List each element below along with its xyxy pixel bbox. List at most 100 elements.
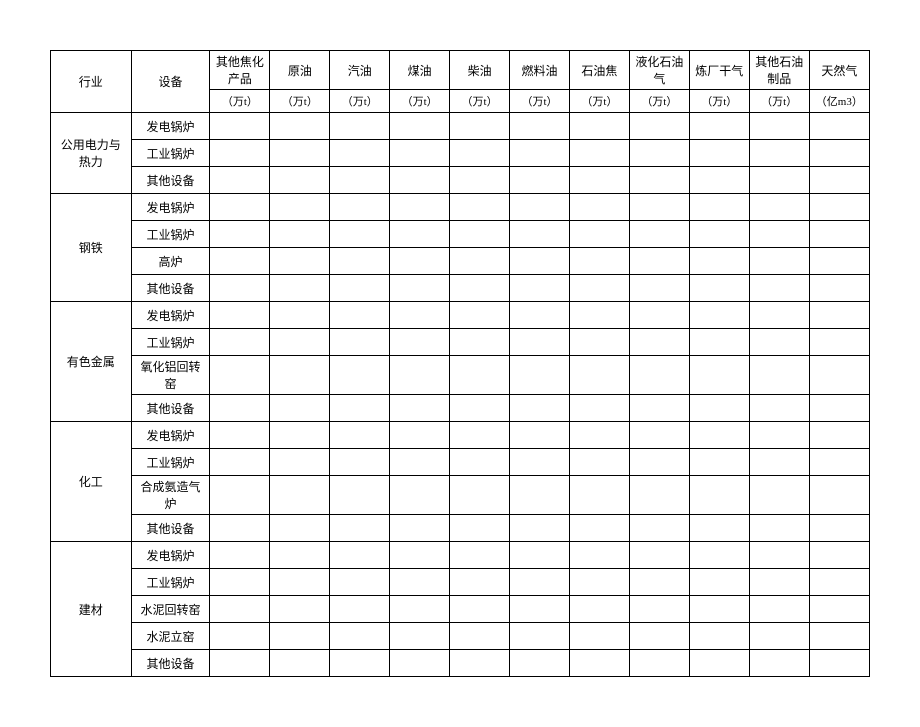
data-cell	[809, 515, 869, 542]
data-cell	[569, 113, 629, 140]
data-cell	[569, 194, 629, 221]
data-cell	[450, 422, 510, 449]
data-cell	[510, 302, 570, 329]
data-cell	[330, 248, 390, 275]
equipment-cell: 发电锅炉	[131, 113, 210, 140]
data-cell	[629, 140, 689, 167]
data-cell	[210, 476, 270, 515]
data-cell	[749, 302, 809, 329]
data-cell	[689, 167, 749, 194]
data-cell	[809, 623, 869, 650]
data-cell	[210, 113, 270, 140]
data-cell	[809, 356, 869, 395]
table-row: 建材发电锅炉	[51, 542, 870, 569]
header-col-1: 原油	[270, 51, 330, 90]
data-cell	[330, 140, 390, 167]
data-cell	[689, 248, 749, 275]
data-cell	[210, 623, 270, 650]
data-cell	[749, 449, 809, 476]
data-cell	[689, 356, 749, 395]
equipment-cell: 水泥立窑	[131, 623, 210, 650]
data-cell	[510, 569, 570, 596]
data-cell	[569, 275, 629, 302]
data-cell	[510, 515, 570, 542]
data-cell	[270, 356, 330, 395]
data-cell	[270, 515, 330, 542]
data-cell	[390, 194, 450, 221]
header-col-9: 其他石油制品	[749, 51, 809, 90]
data-cell	[330, 596, 390, 623]
data-cell	[809, 275, 869, 302]
data-cell	[330, 302, 390, 329]
data-cell	[749, 623, 809, 650]
header-col-2: 汽油	[330, 51, 390, 90]
data-cell	[210, 395, 270, 422]
data-cell	[390, 113, 450, 140]
data-cell	[629, 650, 689, 677]
unit-10: （亿m3）	[809, 90, 869, 113]
table-row: 有色金属发电锅炉	[51, 302, 870, 329]
data-cell	[210, 248, 270, 275]
data-cell	[569, 623, 629, 650]
equipment-cell: 水泥回转窑	[131, 596, 210, 623]
data-cell	[749, 275, 809, 302]
data-cell	[809, 650, 869, 677]
data-cell	[270, 248, 330, 275]
data-cell	[210, 515, 270, 542]
table-row: 水泥立窑	[51, 623, 870, 650]
unit-0: （万t）	[210, 90, 270, 113]
data-cell	[689, 302, 749, 329]
table-row: 工业锅炉	[51, 329, 870, 356]
data-cell	[390, 623, 450, 650]
data-cell	[450, 113, 510, 140]
industry-cell: 化工	[51, 422, 132, 542]
equipment-cell: 其他设备	[131, 275, 210, 302]
industry-cell: 公用电力与热力	[51, 113, 132, 194]
data-cell	[210, 596, 270, 623]
data-cell	[749, 167, 809, 194]
data-cell	[809, 542, 869, 569]
equipment-cell: 发电锅炉	[131, 194, 210, 221]
data-cell	[390, 449, 450, 476]
data-cell	[809, 248, 869, 275]
data-cell	[510, 422, 570, 449]
data-cell	[510, 113, 570, 140]
data-cell	[390, 515, 450, 542]
data-cell	[390, 221, 450, 248]
data-cell	[689, 194, 749, 221]
data-cell	[270, 140, 330, 167]
data-cell	[450, 140, 510, 167]
data-cell	[210, 422, 270, 449]
data-cell	[510, 140, 570, 167]
data-cell	[330, 167, 390, 194]
data-cell	[210, 650, 270, 677]
table-row: 工业锅炉	[51, 221, 870, 248]
data-cell	[569, 221, 629, 248]
data-cell	[569, 542, 629, 569]
data-cell	[629, 275, 689, 302]
data-cell	[450, 449, 510, 476]
data-cell	[510, 476, 570, 515]
data-cell	[629, 329, 689, 356]
data-cell	[689, 623, 749, 650]
data-cell	[330, 422, 390, 449]
equipment-cell: 发电锅炉	[131, 302, 210, 329]
header-col-6: 石油焦	[569, 51, 629, 90]
data-cell	[809, 395, 869, 422]
data-cell	[330, 569, 390, 596]
data-cell	[390, 167, 450, 194]
data-cell	[270, 449, 330, 476]
table-row: 工业锅炉	[51, 449, 870, 476]
data-cell	[569, 248, 629, 275]
equipment-cell: 发电锅炉	[131, 542, 210, 569]
equipment-cell: 其他设备	[131, 167, 210, 194]
data-cell	[450, 221, 510, 248]
table-row: 其他设备	[51, 167, 870, 194]
table-row: 钢铁发电锅炉	[51, 194, 870, 221]
data-cell	[569, 569, 629, 596]
data-cell	[809, 449, 869, 476]
data-cell	[210, 194, 270, 221]
equipment-cell: 合成氨造气炉	[131, 476, 210, 515]
data-cell	[330, 623, 390, 650]
table-row: 其他设备	[51, 395, 870, 422]
